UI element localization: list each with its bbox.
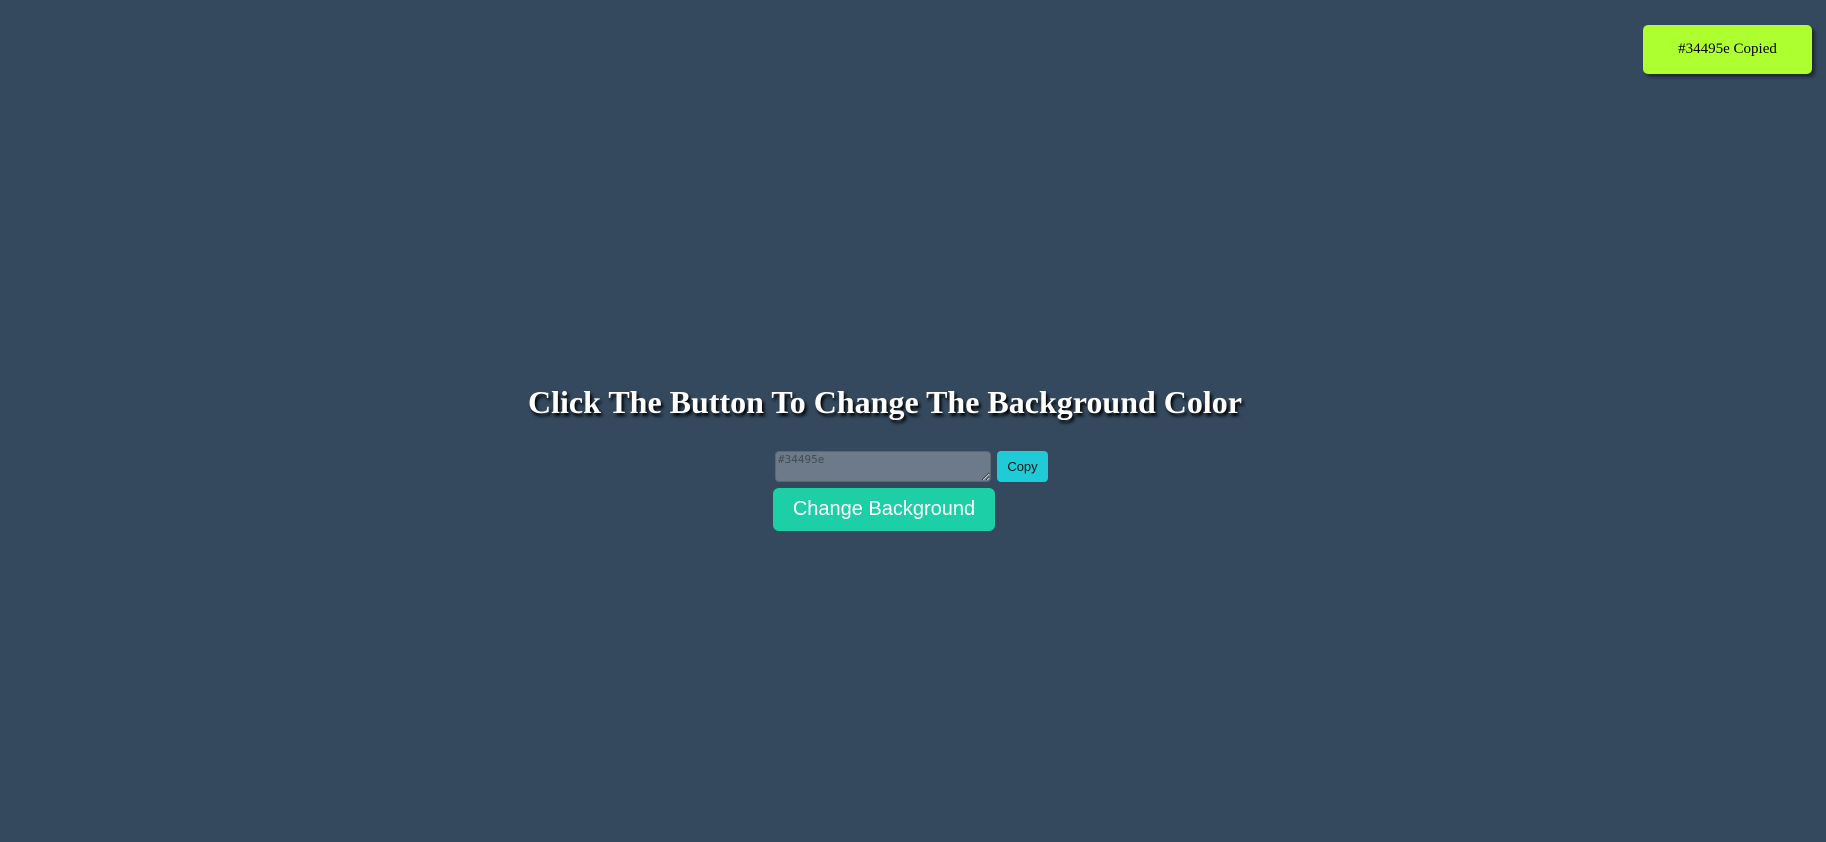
color-code-field[interactable] bbox=[775, 451, 991, 482]
page-title: Click The Button To Change The Backgroun… bbox=[528, 384, 1242, 420]
change-background-button[interactable]: Change Background bbox=[773, 488, 995, 531]
copy-button[interactable]: Copy bbox=[997, 451, 1048, 482]
toast-message: #34495e Copied bbox=[1678, 41, 1777, 57]
copied-toast: #34495e Copied bbox=[1643, 25, 1812, 74]
